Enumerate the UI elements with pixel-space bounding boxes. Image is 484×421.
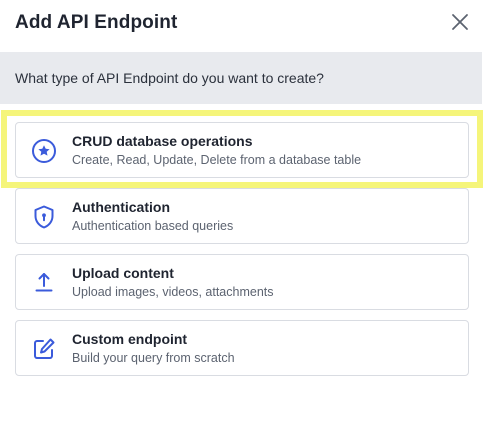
dialog-title: Add API Endpoint (15, 12, 178, 33)
option-upload-content[interactable]: Upload content Upload images, videos, at… (15, 254, 469, 310)
option-custom-endpoint[interactable]: Custom endpoint Build your query from sc… (15, 320, 469, 376)
upload-icon (31, 270, 57, 296)
option-label: Custom endpoint (72, 331, 188, 347)
option-description: Upload images, videos, attachments (72, 285, 274, 299)
option-label: Authentication (72, 199, 170, 215)
option-label: CRUD database operations (72, 133, 253, 149)
option-crud-database-operations[interactable]: CRUD database operations Create, Read, U… (15, 122, 469, 178)
question-text: What type of API Endpoint do you want to… (15, 70, 324, 86)
option-label: Upload content (72, 265, 174, 281)
close-icon (451, 13, 469, 36)
close-button[interactable] (448, 12, 472, 36)
option-description: Authentication based queries (72, 219, 234, 233)
option-authentication[interactable]: Authentication Authentication based quer… (15, 188, 469, 244)
star-circle-icon (31, 138, 57, 164)
option-description: Create, Read, Update, Delete from a data… (72, 153, 362, 167)
option-description: Build your query from scratch (72, 351, 235, 365)
shield-icon (31, 204, 57, 230)
add-api-endpoint-dialog: Add API Endpoint What type of API Endpoi… (0, 0, 484, 421)
edit-icon (31, 336, 57, 362)
question-banner: What type of API Endpoint do you want to… (0, 52, 482, 104)
